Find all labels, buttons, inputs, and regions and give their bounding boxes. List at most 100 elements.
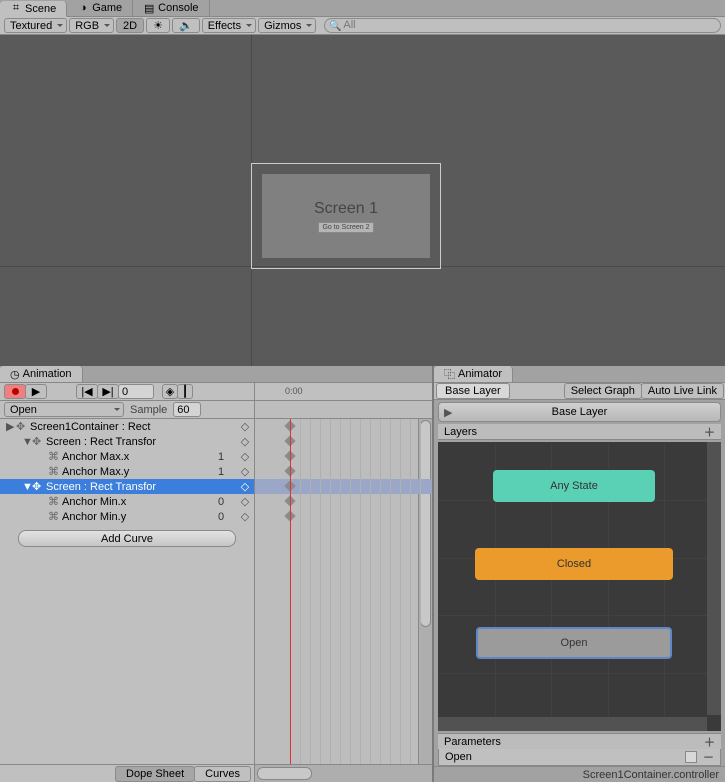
state-closed[interactable]: Closed	[475, 548, 673, 580]
add-curve-button[interactable]: Add Curve	[18, 530, 236, 547]
select-graph-label: Select Graph	[571, 385, 635, 397]
dopesheet-tab-label: Dope Sheet	[126, 768, 184, 780]
scene-view[interactable]: Screen 1 Go to Screen 2	[0, 35, 725, 366]
layer-header[interactable]: ▶ Base Layer	[438, 402, 721, 422]
frame-input[interactable]	[118, 384, 154, 399]
track-name: Anchor Min.x	[62, 496, 218, 508]
animator-toolbar: Base Layer Select Graph Auto Live Link	[434, 383, 725, 400]
animation-clip-row: Open Sample	[0, 401, 432, 419]
keyframe-icon[interactable]: ◇	[240, 510, 250, 523]
play-button[interactable]: ▶	[25, 384, 47, 399]
track-row[interactable]: ⌘Anchor Max.y1◇	[0, 464, 254, 479]
fold-icon[interactable]: ▼	[22, 436, 32, 448]
animation-panel: ◷ Animation ▶ |◀ ▶| ◈ ┃ 0:00 Open	[0, 366, 434, 782]
graph-scroll-h[interactable]	[438, 717, 707, 731]
keyframe-icon[interactable]: ◇	[240, 450, 250, 463]
add-curve-label: Add Curve	[101, 533, 153, 545]
main-tabbar: ⌗ Scene ◑ Game ▤ Console	[0, 0, 725, 17]
console-icon: ▤	[143, 2, 155, 14]
track-value[interactable]: 1	[218, 451, 240, 463]
keyframe-icon[interactable]: ◇	[240, 495, 250, 508]
property-icon: ⌘	[48, 465, 62, 478]
audio-toggle[interactable]: 🔈	[172, 18, 200, 33]
clip-dropdown[interactable]: Open	[4, 402, 124, 417]
dope-row[interactable]	[255, 419, 432, 434]
select-graph-button[interactable]: Select Graph	[564, 383, 642, 399]
scroll-thumb-h[interactable]	[257, 767, 312, 780]
gizmos-dropdown[interactable]: Gizmos	[258, 18, 316, 33]
transform-icon: ✥	[32, 480, 46, 493]
color-mode-dropdown[interactable]: RGB	[69, 18, 114, 33]
add-event-button[interactable]: ┃	[177, 384, 193, 399]
track-value[interactable]: 0	[218, 496, 240, 508]
mode-2d-button[interactable]: 2D	[116, 18, 144, 33]
screen-panel[interactable]: Screen 1 Go to Screen 2	[262, 174, 430, 258]
track-row[interactable]: ⌘Anchor Max.x1◇	[0, 449, 254, 464]
state-open[interactable]: Open	[476, 627, 672, 659]
tab-scene-label: Scene	[25, 3, 56, 15]
dopesheet-tab[interactable]: Dope Sheet	[115, 766, 195, 782]
track-name: Screen : Rect Transfor	[46, 481, 218, 493]
track-row[interactable]: ⌘Anchor Min.y0◇	[0, 509, 254, 524]
next-key-button[interactable]: ▶|	[97, 384, 119, 399]
tab-scene[interactable]: ⌗ Scene	[0, 1, 67, 17]
dope-row[interactable]	[255, 509, 432, 524]
track-row[interactable]: ▼✥Screen : Rect Transfor ◇	[0, 479, 254, 494]
dope-row[interactable]	[255, 434, 432, 449]
canvas-outline[interactable]: Screen 1 Go to Screen 2	[251, 163, 441, 269]
remove-parameter-button[interactable]: －	[703, 749, 714, 765]
track-row[interactable]: ▼✥Screen : Rect Transfor◇	[0, 434, 254, 449]
record-icon	[12, 388, 19, 395]
record-button[interactable]	[4, 384, 26, 399]
tab-animator[interactable]: ⿻ Animator	[434, 366, 513, 382]
track-name: Screen : Rect Transfor	[46, 436, 218, 448]
add-key-button[interactable]: ◈	[162, 384, 178, 399]
tab-animation[interactable]: ◷ Animation	[0, 366, 83, 382]
play-icon: ▶	[32, 385, 40, 398]
render-mode-dropdown[interactable]: Textured	[4, 18, 67, 33]
dopesheet[interactable]	[255, 419, 432, 764]
dope-row[interactable]	[255, 479, 432, 494]
parameter-checkbox[interactable]	[685, 751, 697, 763]
effects-dropdown[interactable]: Effects	[202, 18, 256, 33]
curves-tab[interactable]: Curves	[194, 766, 251, 782]
parameter-row[interactable]: Open －	[438, 749, 721, 766]
tab-game[interactable]: ◑ Game	[67, 0, 133, 16]
add-parameter-button[interactable]: ＋	[704, 734, 715, 750]
state-any[interactable]: Any State	[493, 470, 655, 502]
screen-nav-button[interactable]: Go to Screen 2	[318, 222, 373, 233]
scene-search[interactable]: 🔍 All	[324, 18, 721, 33]
clip-name: Open	[10, 404, 37, 416]
dope-row[interactable]	[255, 449, 432, 464]
fold-icon[interactable]: ▶	[6, 420, 16, 433]
parameters-label: Parameters	[444, 736, 501, 748]
fold-icon[interactable]: ▼	[22, 481, 32, 493]
state-graph[interactable]: Any State Closed Open	[438, 442, 721, 731]
track-row[interactable]: ▶✥Screen1Container : Rect◇	[0, 419, 254, 434]
keyframe-icon[interactable]: ◇	[240, 465, 250, 478]
timeline-ruler[interactable]: 0:00	[255, 383, 432, 400]
track-row[interactable]: ⌘Anchor Min.x0◇	[0, 494, 254, 509]
add-layer-button[interactable]: ＋	[704, 424, 715, 440]
sample-input[interactable]	[173, 402, 201, 417]
dope-row[interactable]	[255, 464, 432, 479]
track-value[interactable]: 0	[218, 511, 240, 523]
auto-live-link-button[interactable]: Auto Live Link	[641, 383, 724, 399]
track-value[interactable]: 1	[218, 466, 240, 478]
keyframe-icon[interactable]: ◇	[240, 420, 250, 433]
scrollbar-h[interactable]	[255, 765, 432, 782]
lighting-toggle[interactable]: ☀	[146, 18, 170, 33]
breadcrumb[interactable]: Base Layer	[436, 383, 510, 399]
tab-console[interactable]: ▤ Console	[133, 0, 209, 16]
keyframe-icon[interactable]: ◇	[240, 435, 250, 448]
auto-live-link-label: Auto Live Link	[648, 385, 717, 397]
prev-key-button[interactable]: |◀	[76, 384, 98, 399]
graph-scroll-v[interactable]	[707, 442, 721, 715]
playhead[interactable]	[290, 419, 291, 764]
track-list: ▶✥Screen1Container : Rect◇▼✥Screen : Rec…	[0, 419, 255, 764]
state-any-label: Any State	[550, 480, 598, 492]
scene-toolbar: Textured RGB 2D ☀ 🔈 Effects Gizmos 🔍 All	[0, 17, 725, 35]
keyframe-icon[interactable]: ◇	[240, 480, 250, 493]
curves-tab-label: Curves	[205, 768, 240, 780]
dope-row[interactable]	[255, 494, 432, 509]
